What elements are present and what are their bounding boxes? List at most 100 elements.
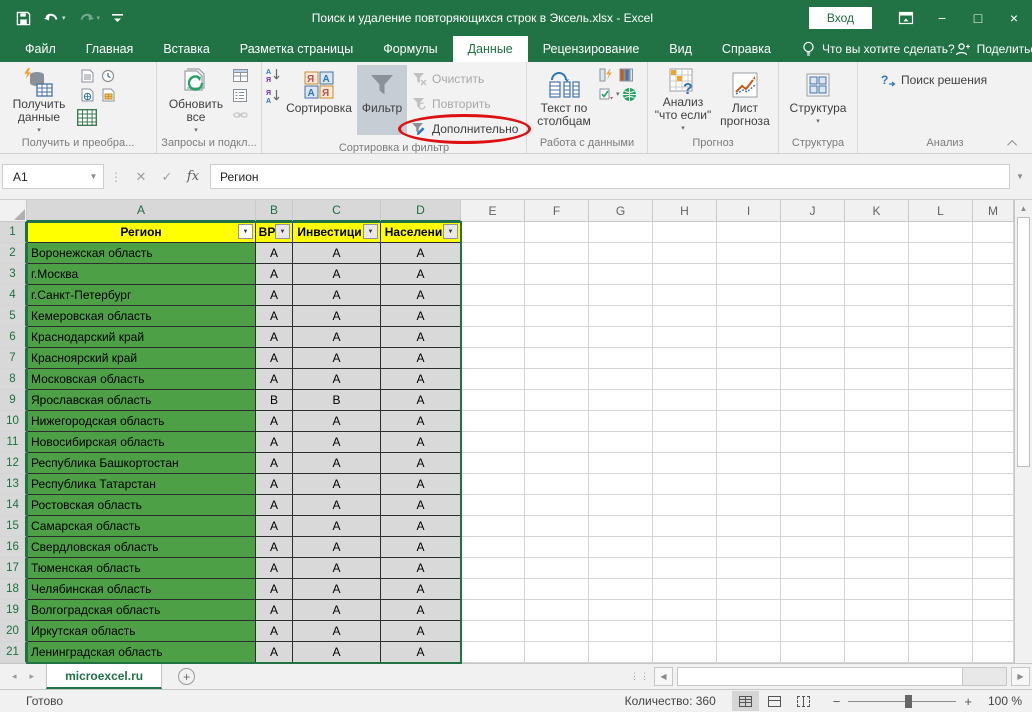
cell-k3[interactable] xyxy=(845,264,909,285)
cell-b2[interactable]: А xyxy=(256,243,293,264)
cell-a19[interactable]: Волгоградская область xyxy=(27,600,256,621)
cell-i8[interactable] xyxy=(717,369,781,390)
cell-f3[interactable] xyxy=(525,264,589,285)
cell-d3[interactable]: А xyxy=(381,264,461,285)
cell-e9[interactable] xyxy=(461,390,525,411)
cell-h13[interactable] xyxy=(653,474,717,495)
cell-c18[interactable]: А xyxy=(293,579,381,600)
row-header-9[interactable]: 9 xyxy=(0,390,27,411)
cell-i2[interactable] xyxy=(717,243,781,264)
zoom-out-button[interactable]: − xyxy=(833,694,841,709)
new-sheet-button[interactable]: + xyxy=(178,668,196,685)
cell-g5[interactable] xyxy=(589,306,653,327)
cell-m10[interactable] xyxy=(973,411,1014,432)
cell-m9[interactable] xyxy=(973,390,1014,411)
cell-k14[interactable] xyxy=(845,495,909,516)
cell-m8[interactable] xyxy=(973,369,1014,390)
name-box[interactable]: A1 ▼ xyxy=(2,164,104,189)
tab-review[interactable]: Рецензирование xyxy=(528,36,655,62)
cell-h8[interactable] xyxy=(653,369,717,390)
cell-i16[interactable] xyxy=(717,537,781,558)
cell-j5[interactable] xyxy=(781,306,845,327)
sheet-tab-active[interactable]: microexcel.ru xyxy=(46,664,163,689)
cell-g9[interactable] xyxy=(589,390,653,411)
cell-f18[interactable] xyxy=(525,579,589,600)
cell-b4[interactable]: А xyxy=(256,285,293,306)
cell-c20[interactable]: А xyxy=(293,621,381,642)
cell-e8[interactable] xyxy=(461,369,525,390)
cell-c10[interactable]: А xyxy=(293,411,381,432)
cell-b15[interactable]: А xyxy=(256,516,293,537)
cell-d5[interactable]: А xyxy=(381,306,461,327)
sort-button[interactable]: ЯААЯ Сортировка xyxy=(281,65,357,135)
cell-k15[interactable] xyxy=(845,516,909,537)
cell-a9[interactable]: Ярославская область xyxy=(27,390,256,411)
column-header-A[interactable]: A xyxy=(27,200,256,222)
row-header-3[interactable]: 3 xyxy=(0,264,27,285)
tab-insert[interactable]: Вставка xyxy=(148,36,224,62)
cell-h10[interactable] xyxy=(653,411,717,432)
cell-k11[interactable] xyxy=(845,432,909,453)
cell-l6[interactable] xyxy=(909,327,973,348)
cell-b5[interactable]: А xyxy=(256,306,293,327)
close-button[interactable]: × xyxy=(996,0,1032,36)
cell-e21[interactable] xyxy=(461,642,525,663)
cell-d17[interactable]: А xyxy=(381,558,461,579)
cell-m12[interactable] xyxy=(973,453,1014,474)
cell-d9[interactable]: А xyxy=(381,390,461,411)
cell-g14[interactable] xyxy=(589,495,653,516)
cell-a17[interactable]: Тюменская область xyxy=(27,558,256,579)
cell-g11[interactable] xyxy=(589,432,653,453)
cell-d11[interactable]: А xyxy=(381,432,461,453)
cell-i6[interactable] xyxy=(717,327,781,348)
cell-c9[interactable]: В xyxy=(293,390,381,411)
cell-k20[interactable] xyxy=(845,621,909,642)
row-header-12[interactable]: 12 xyxy=(0,453,27,474)
row-header-18[interactable]: 18 xyxy=(0,579,27,600)
cell-h3[interactable] xyxy=(653,264,717,285)
cell-e13[interactable] xyxy=(461,474,525,495)
cell-d13[interactable]: А xyxy=(381,474,461,495)
cell-c11[interactable]: А xyxy=(293,432,381,453)
tab-page-layout[interactable]: Разметка страницы xyxy=(225,36,368,62)
cell-a8[interactable]: Московская область xyxy=(27,369,256,390)
cell-f2[interactable] xyxy=(525,243,589,264)
insert-function-button[interactable]: fx xyxy=(180,164,206,189)
cell-a15[interactable]: Самарская область xyxy=(27,516,256,537)
cell-e3[interactable] xyxy=(461,264,525,285)
row-header-13[interactable]: 13 xyxy=(0,474,27,495)
cell-l1[interactable] xyxy=(909,222,973,243)
cell-c8[interactable]: А xyxy=(293,369,381,390)
row-header-10[interactable]: 10 xyxy=(0,411,27,432)
recent-table-icon[interactable] xyxy=(75,106,99,128)
filter-dropdown-button[interactable]: ▼ xyxy=(275,224,290,239)
cell-f13[interactable] xyxy=(525,474,589,495)
cell-g13[interactable] xyxy=(589,474,653,495)
cell-c1-header[interactable]: Инвестици ▼ xyxy=(293,222,381,243)
cell-c7[interactable]: А xyxy=(293,348,381,369)
column-header-I[interactable]: I xyxy=(717,200,781,222)
cell-c12[interactable]: А xyxy=(293,453,381,474)
row-header-14[interactable]: 14 xyxy=(0,495,27,516)
cell-m14[interactable] xyxy=(973,495,1014,516)
cell-j6[interactable] xyxy=(781,327,845,348)
cell-h5[interactable] xyxy=(653,306,717,327)
cell-e17[interactable] xyxy=(461,558,525,579)
cell-f5[interactable] xyxy=(525,306,589,327)
cell-j14[interactable] xyxy=(781,495,845,516)
cell-l8[interactable] xyxy=(909,369,973,390)
sheet-nav-right-icon[interactable]: ▸ xyxy=(30,671,35,682)
cell-a21[interactable]: Ленинградская область xyxy=(27,642,256,663)
cell-d20[interactable]: А xyxy=(381,621,461,642)
cell-m21[interactable] xyxy=(973,642,1014,663)
cell-e7[interactable] xyxy=(461,348,525,369)
cell-m18[interactable] xyxy=(973,579,1014,600)
cell-l12[interactable] xyxy=(909,453,973,474)
cell-b16[interactable]: А xyxy=(256,537,293,558)
cell-m3[interactable] xyxy=(973,264,1014,285)
row-header-1[interactable]: 1 xyxy=(0,222,27,243)
cell-l9[interactable] xyxy=(909,390,973,411)
cell-h20[interactable] xyxy=(653,621,717,642)
cell-m7[interactable] xyxy=(973,348,1014,369)
cell-j18[interactable] xyxy=(781,579,845,600)
